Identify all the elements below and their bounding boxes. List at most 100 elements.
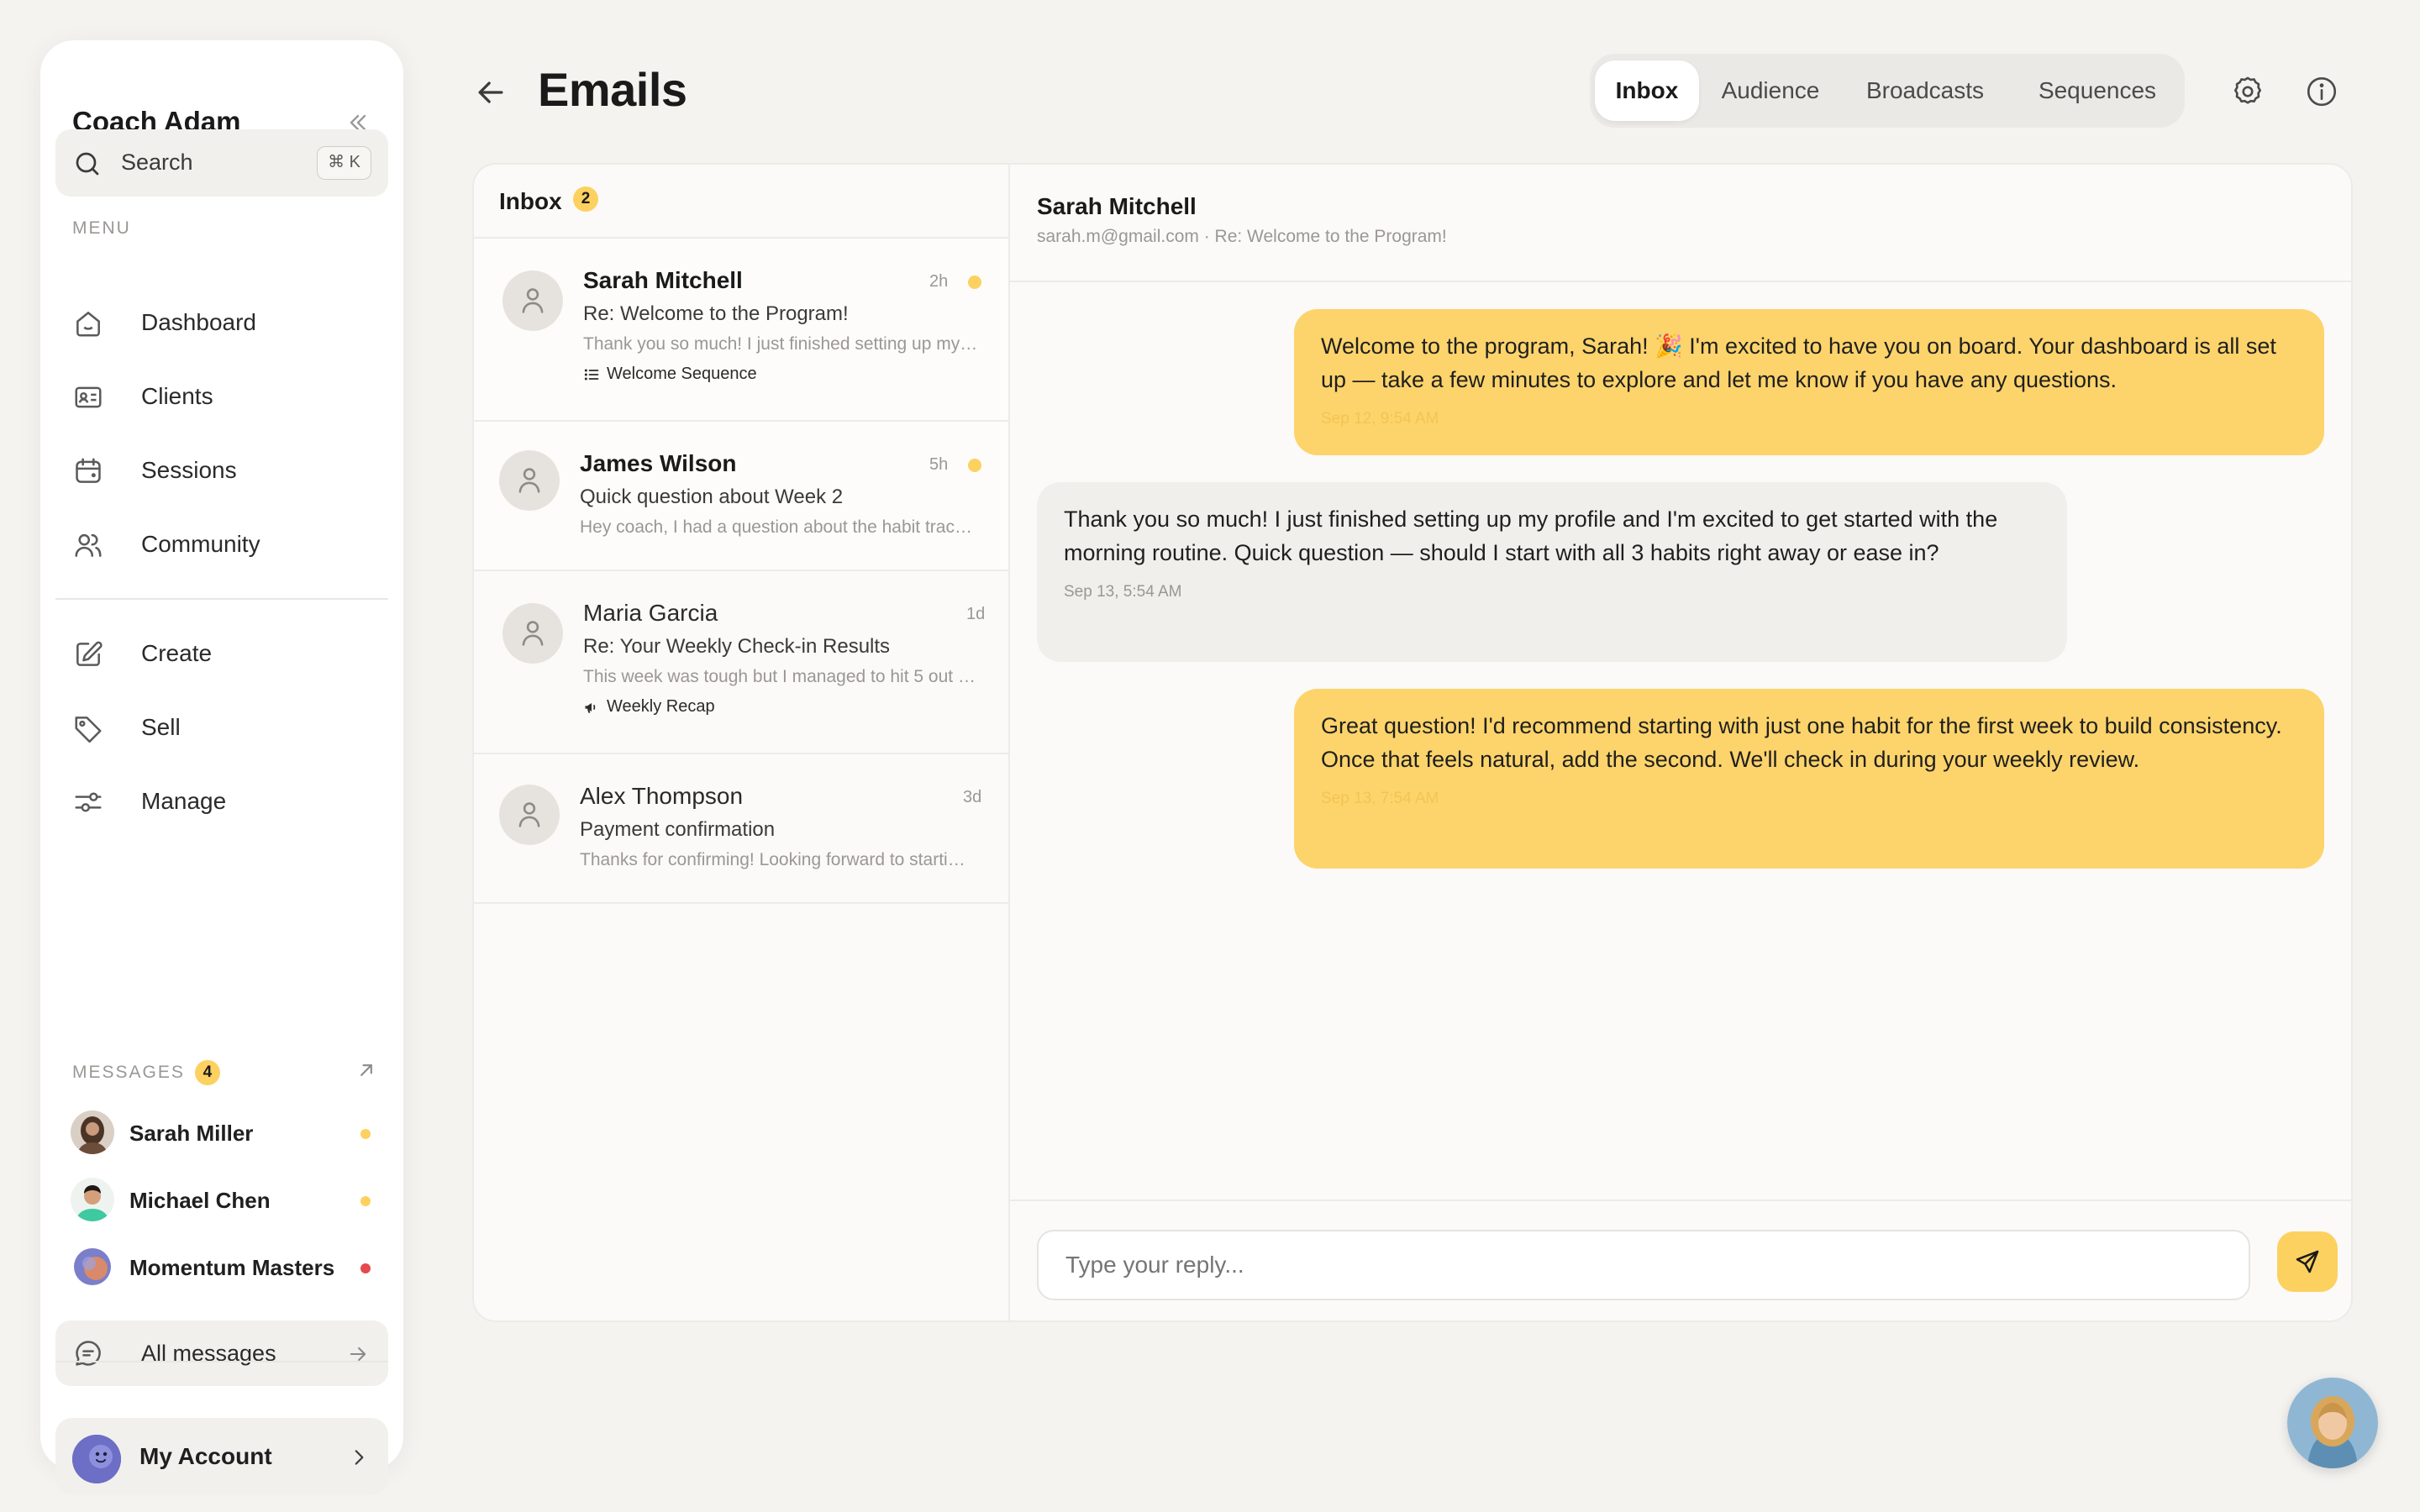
sidebar-item-label: Clients (141, 383, 213, 409)
my-account-button[interactable]: My Account (55, 1418, 388, 1495)
search-icon (72, 149, 103, 179)
email-preview: This week was tough but I managed to hit… (583, 667, 978, 686)
tab-inbox[interactable]: Inbox (1595, 60, 1699, 121)
sender-name: James Wilson (580, 450, 737, 476)
email-row-maria-garcia[interactable]: Maria Garcia 1d Re: Your Weekly Check-in… (474, 571, 1008, 754)
sidebar-item-sell[interactable]: Sell (55, 697, 388, 758)
sidebar-item-label: Sessions (141, 457, 237, 483)
account-avatar (72, 1435, 121, 1483)
sender-name: Maria Garcia (583, 600, 718, 626)
email-time: 3d (963, 788, 982, 806)
sidebar-item-create[interactable]: Create (55, 623, 388, 684)
edit-icon (72, 638, 104, 670)
chevron-right-icon (348, 1446, 370, 1468)
unread-dot (968, 276, 981, 289)
sender-name: Alex Thompson (580, 783, 744, 809)
tab-audience[interactable]: Audience (1706, 60, 1835, 121)
page-title: Emails (538, 63, 687, 116)
conversation: Sarah Mitchell sarah.m@gmail.com · Re: W… (1010, 165, 2351, 1320)
avatar (71, 1110, 114, 1154)
message-text: Great question! I'd recommend starting w… (1321, 713, 2282, 772)
email-row-sarah-mitchell[interactable]: Sarah Mitchell 2h Re: Welcome to the Pro… (474, 239, 1008, 422)
contact-sarah-miller[interactable]: Sarah Miller (71, 1104, 398, 1163)
sidebar-divider (55, 598, 388, 600)
inbox-count-badge: 2 (573, 186, 598, 212)
reply-composer (1010, 1200, 2351, 1320)
search-label: Search (121, 150, 193, 175)
send-button[interactable] (2277, 1231, 2338, 1292)
open-messages-icon[interactable] (355, 1058, 378, 1082)
sidebar-divider (55, 1361, 388, 1362)
inbox-list: Inbox 2 Sarah Mitchell 2h Re: Welcome to… (474, 165, 1010, 1320)
sidebar-item-dashboard[interactable]: Dashboard (55, 292, 388, 353)
inbox-title: Inbox (499, 188, 562, 214)
message-text: Thank you so much! I just finished setti… (1064, 507, 1998, 565)
conversation-header: Sarah Mitchell sarah.m@gmail.com · Re: W… (1010, 165, 2351, 282)
message-outgoing: Great question! I'd recommend starting w… (1294, 689, 2324, 869)
search-button[interactable]: Search ⌘ K (55, 129, 388, 197)
email-subject: Re: Your Weekly Check-in Results (583, 635, 891, 658)
sliders-icon (72, 786, 104, 818)
contact-name: Sarah Miller (129, 1121, 254, 1146)
sidebar-item-manage[interactable]: Manage (55, 771, 388, 832)
sidebar-item-clients[interactable]: Clients (55, 366, 388, 427)
all-messages-button[interactable]: All messages (55, 1320, 388, 1386)
messages-count-badge: 4 (194, 1060, 220, 1085)
users-icon (72, 529, 104, 561)
account-label: My Account (139, 1443, 272, 1469)
sender-name: Sarah Mitchell (583, 267, 743, 293)
conversation-meta: sarah.m@gmail.com · Re: Welcome to the P… (1037, 227, 1447, 246)
message-outgoing: Welcome to the program, Sarah! 🎉 I'm exc… (1294, 309, 2324, 455)
chat-bubble-icon (72, 1337, 104, 1369)
help-avatar-button[interactable] (2287, 1378, 2378, 1468)
sidebar: Coach Adam Search ⌘ K MENU Dashboard Cli… (40, 40, 403, 1495)
email-subject: Payment confirmation (580, 818, 776, 841)
tag-label: Welcome Sequence (607, 365, 757, 383)
send-icon (2296, 1250, 2319, 1273)
avatar-placeholder-icon (502, 270, 563, 331)
message-incoming: Thank you so much! I just finished setti… (1037, 482, 2067, 662)
tab-broadcasts[interactable]: Broadcasts (1842, 60, 2008, 121)
email-row-alex-thompson[interactable]: Alex Thompson 3d Payment confirmation Th… (474, 754, 1008, 904)
tab-sequences[interactable]: Sequences (2015, 60, 2180, 121)
avatar-placeholder-icon (499, 450, 560, 511)
email-row-james-wilson[interactable]: James Wilson 5h Quick question about Wee… (474, 422, 1008, 571)
calendar-icon (72, 455, 104, 487)
conversation-contact-name: Sarah Mitchell (1037, 193, 1197, 219)
group-avatar (71, 1245, 114, 1289)
unread-dot (968, 459, 981, 472)
messages-heading-label: MESSAGES (72, 1063, 185, 1082)
megaphone-icon (585, 702, 596, 713)
sidebar-item-label: Community (141, 531, 260, 557)
menu-heading: MENU (72, 218, 131, 238)
tag-label: Weekly Recap (607, 697, 715, 716)
avatar-placeholder-icon (502, 603, 563, 664)
all-messages-label: All messages (141, 1341, 276, 1366)
info-icon[interactable] (2304, 74, 2339, 109)
sidebar-item-label: Dashboard (141, 309, 256, 335)
email-preview: Thank you so much! I just finished setti… (583, 334, 978, 354)
email-time: 2h (929, 272, 949, 291)
email-preview: Hey coach, I had a question about the ha… (580, 517, 975, 537)
settings-gear-icon[interactable] (2230, 74, 2265, 109)
sidebar-item-label: Manage (141, 788, 227, 814)
contact-michael-chen[interactable]: Michael Chen (71, 1171, 398, 1230)
id-card-icon (72, 381, 104, 413)
unread-dot (360, 1263, 371, 1273)
sidebar-item-community[interactable]: Community (55, 514, 388, 575)
avatar (71, 1178, 114, 1221)
tag-icon (72, 712, 104, 744)
home-icon (72, 307, 104, 339)
contact-momentum-masters[interactable]: Momentum Masters (71, 1238, 398, 1297)
unread-dot (360, 1129, 371, 1139)
back-arrow-icon[interactable] (472, 74, 509, 111)
contact-name: Momentum Masters (129, 1255, 335, 1280)
inbox-header: Inbox 2 (474, 165, 1008, 239)
email-tabs: Inbox Audience Broadcasts Sequences (1590, 54, 2185, 128)
reply-input[interactable] (1037, 1230, 2250, 1300)
broadcast-tag: Weekly Recap (583, 697, 715, 717)
email-panel: Inbox 2 Sarah Mitchell 2h Re: Welcome to… (472, 163, 2353, 1322)
avatar-placeholder-icon (499, 785, 560, 845)
sidebar-item-sessions[interactable]: Sessions (55, 440, 388, 501)
message-time: Sep 12, 9:54 AM (1321, 410, 1439, 428)
